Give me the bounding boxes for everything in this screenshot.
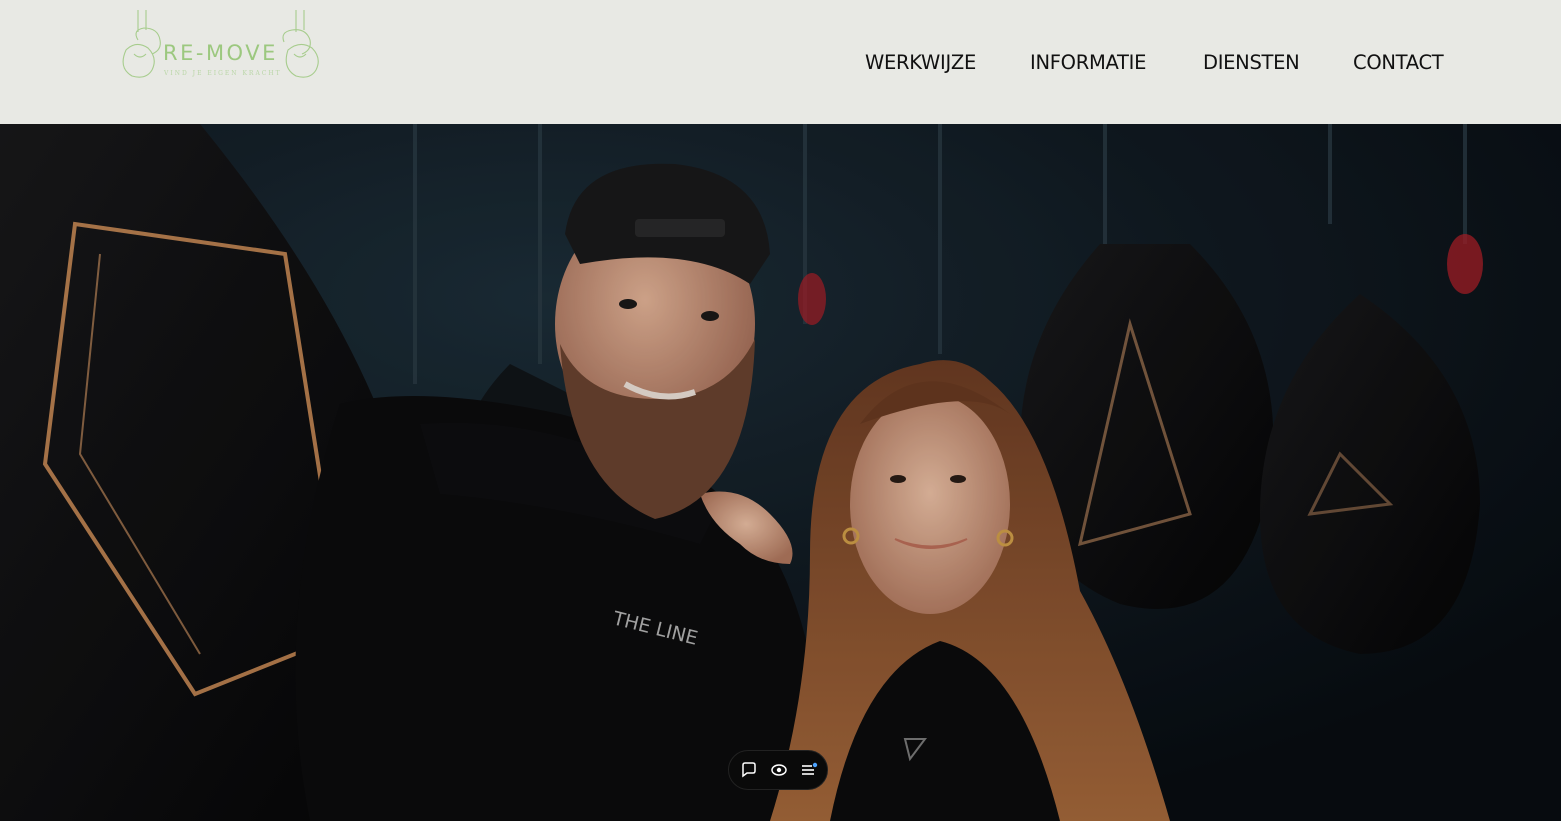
hero-section: THE LINE bbox=[0, 124, 1561, 821]
hero-photo: THE LINE bbox=[0, 124, 1561, 821]
chat-icon[interactable] bbox=[740, 761, 758, 779]
menu-icon[interactable] bbox=[800, 761, 818, 779]
site-header: RE-MOVE VIND JE EIGEN KRACHT WERKWIJZE I… bbox=[0, 0, 1561, 124]
main-nav: WERKWIJZE INFORMATIE DIENSTEN CONTACT bbox=[0, 50, 1561, 76]
nav-item-diensten[interactable]: DIENSTEN bbox=[1203, 50, 1300, 76]
nav-item-contact[interactable]: CONTACT bbox=[1353, 50, 1444, 76]
eye-icon[interactable] bbox=[770, 761, 788, 779]
floating-toolbar bbox=[728, 750, 828, 790]
nav-item-informatie[interactable]: INFORMATIE bbox=[1030, 50, 1146, 76]
nav-item-werkwijze[interactable]: WERKWIJZE bbox=[865, 50, 976, 76]
